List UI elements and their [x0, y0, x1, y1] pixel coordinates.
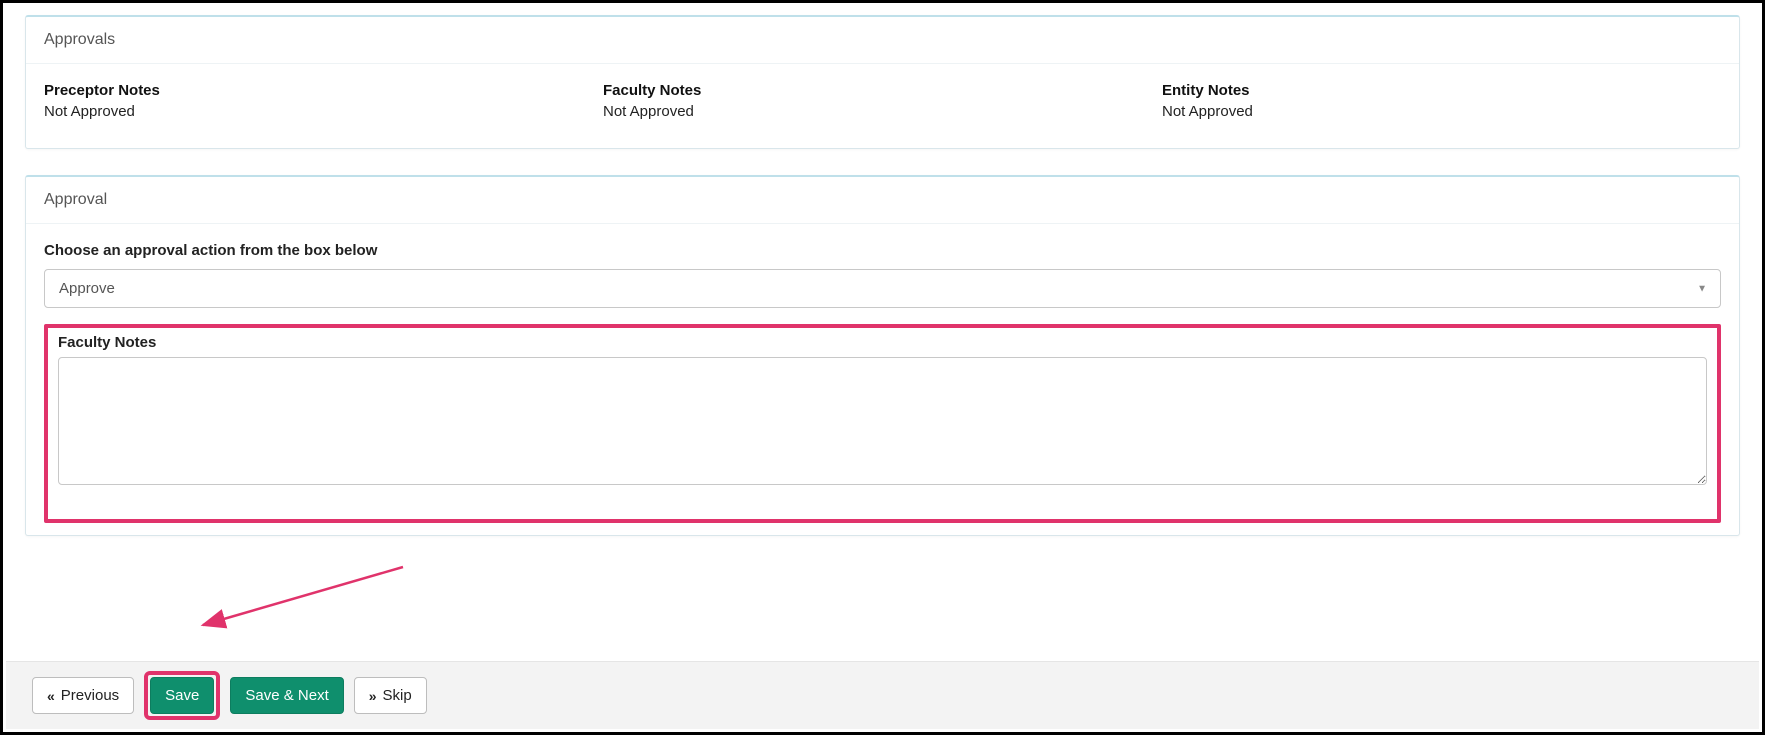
approval-instruction: Choose an approval action from the box b… — [44, 242, 1721, 259]
save-next-button-label: Save & Next — [245, 687, 328, 704]
faculty-notes-highlight: Faculty Notes — [44, 324, 1721, 523]
preceptor-notes-col: Preceptor Notes Not Approved — [44, 82, 603, 120]
approval-panel-title: Approval — [26, 177, 1739, 224]
skip-button-label: Skip — [383, 687, 412, 704]
page-root: Approvals Preceptor Notes Not Approved F… — [0, 0, 1765, 735]
approvals-panel-title: Approvals — [26, 17, 1739, 64]
approvals-panel-body: Preceptor Notes Not Approved Faculty Not… — [26, 64, 1739, 148]
faculty-notes-status: Not Approved — [603, 103, 1162, 120]
faculty-notes-col: Faculty Notes Not Approved — [603, 82, 1162, 120]
approval-select[interactable]: Approve — [44, 269, 1721, 308]
chevron-double-right-icon: » — [369, 688, 377, 704]
entity-notes-status: Not Approved — [1162, 103, 1721, 120]
preceptor-notes-status: Not Approved — [44, 103, 603, 120]
approval-panel-body: Choose an approval action from the box b… — [26, 224, 1739, 535]
save-button[interactable]: Save — [150, 677, 214, 714]
footer-bar: « Previous Save Save & Next » Skip — [6, 661, 1759, 729]
approval-panel: Approval Choose an approval action from … — [25, 175, 1740, 536]
save-button-highlight: Save — [144, 671, 220, 720]
previous-button[interactable]: « Previous — [32, 677, 134, 714]
approvals-status-row: Preceptor Notes Not Approved Faculty Not… — [44, 82, 1721, 120]
faculty-notes-textarea[interactable] — [58, 357, 1707, 485]
entity-notes-label: Entity Notes — [1162, 82, 1721, 99]
previous-button-label: Previous — [61, 687, 119, 704]
entity-notes-col: Entity Notes Not Approved — [1162, 82, 1721, 120]
approvals-panel: Approvals Preceptor Notes Not Approved F… — [25, 15, 1740, 149]
content-area: Approvals Preceptor Notes Not Approved F… — [3, 3, 1762, 536]
preceptor-notes-label: Preceptor Notes — [44, 82, 603, 99]
approval-select-wrap[interactable]: Approve ▼ — [44, 269, 1721, 308]
chevron-double-left-icon: « — [47, 688, 55, 704]
faculty-notes-input-label: Faculty Notes — [58, 334, 1707, 351]
faculty-notes-label: Faculty Notes — [603, 82, 1162, 99]
save-button-label: Save — [165, 687, 199, 704]
arrow-annotation-icon — [193, 561, 433, 641]
save-next-button[interactable]: Save & Next — [230, 677, 343, 714]
skip-button[interactable]: » Skip — [354, 677, 427, 714]
